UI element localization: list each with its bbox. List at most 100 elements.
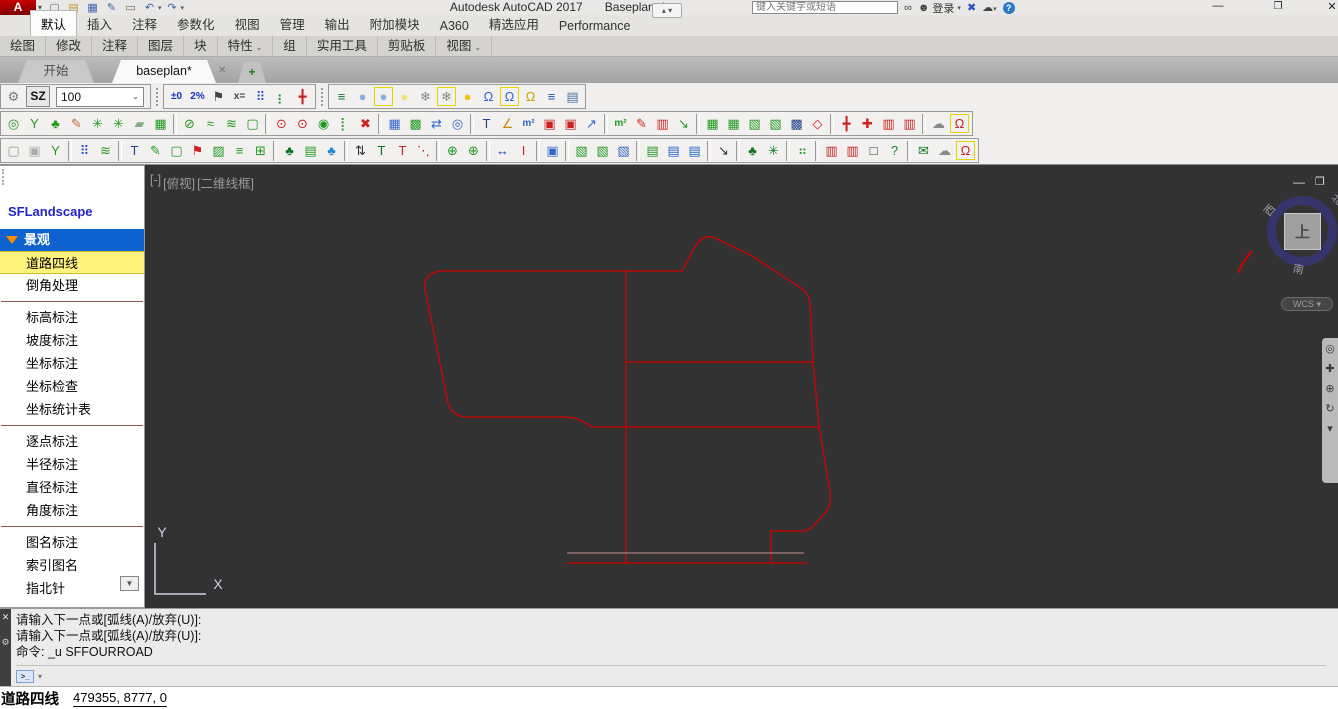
palette-item-图名标注[interactable]: 图名标注 bbox=[0, 531, 144, 554]
toolbar-icon[interactable]: Ω bbox=[949, 113, 970, 134]
toolbar-icon[interactable]: ▦ bbox=[150, 113, 171, 134]
palette-item-半径标注[interactable]: 半径标注 bbox=[0, 453, 144, 476]
navbar-zoom-icon[interactable]: ⊕ bbox=[1325, 384, 1334, 395]
toolbar-icon[interactable]: ≋ bbox=[95, 140, 116, 161]
toolbar-icon[interactable]: ∠ bbox=[497, 113, 518, 134]
toolbar-icon[interactable]: ♣ bbox=[321, 140, 342, 161]
ribbon-panel-图层[interactable]: 图层 bbox=[138, 35, 185, 57]
ribbon-panel-组[interactable]: 组 bbox=[273, 35, 307, 57]
palette-grip[interactable] bbox=[2, 169, 5, 185]
toolbar-icon[interactable]: ● bbox=[352, 86, 373, 107]
exchange-apps-icon[interactable]: ✖ bbox=[967, 1, 976, 14]
toolbar-icon[interactable]: ☁ bbox=[934, 140, 955, 161]
toolbar-icon[interactable]: ▥ bbox=[899, 113, 920, 134]
toolbar-icon[interactable]: ⊕ bbox=[463, 140, 484, 161]
toolbar-icon[interactable]: ≡ bbox=[229, 140, 250, 161]
minimize-button[interactable]: — bbox=[1208, 0, 1228, 12]
toolbar-icon[interactable]: ▦ bbox=[723, 113, 744, 134]
ribbon-tab-参数化[interactable]: 参数化 bbox=[167, 11, 225, 36]
search-icon[interactable]: ∞ bbox=[904, 2, 912, 14]
toolbar-icon[interactable]: x= bbox=[229, 86, 250, 107]
palette-item-角度标注[interactable]: 角度标注 bbox=[0, 499, 144, 522]
toolbar-icon[interactable]: ⠿ bbox=[74, 140, 95, 161]
toolbar-icon[interactable]: ⠶ bbox=[792, 140, 813, 161]
toolbar-icon[interactable]: T bbox=[124, 140, 145, 161]
palette-scroll-down-button[interactable]: ▼ bbox=[120, 576, 139, 591]
drawing-canvas[interactable]: [-][俯视][二维线框] — ❐ 上 北 西 南 东 WCS ▾ ◎✚⊕↻▾ … bbox=[0, 165, 1338, 608]
ribbon-panel-实用工具[interactable]: 实用工具 bbox=[307, 35, 378, 57]
a360-cloud-icon[interactable]: ☁▾ bbox=[982, 1, 997, 14]
toolbar-icon[interactable]: ▤ bbox=[663, 140, 684, 161]
viewcube[interactable]: 上 北 西 南 东 bbox=[1262, 192, 1338, 277]
toolbar-icon[interactable]: ▩ bbox=[786, 113, 807, 134]
toolbar-icon[interactable]: ▤ bbox=[562, 86, 583, 107]
toolbar-icon[interactable]: T bbox=[371, 140, 392, 161]
toolbar-icon[interactable]: ▧ bbox=[571, 140, 592, 161]
drawing-window-minimize-icon[interactable]: — bbox=[1293, 175, 1305, 189]
toolbar-icon[interactable]: ▥ bbox=[878, 113, 899, 134]
toolbar-icon[interactable]: ◎ bbox=[3, 113, 24, 134]
toolbar-icon[interactable]: ✎ bbox=[631, 113, 652, 134]
toolbar-icon[interactable]: ✳ bbox=[108, 113, 129, 134]
toolbar-icon[interactable]: m² bbox=[518, 113, 539, 134]
ribbon-tab-管理[interactable]: 管理 bbox=[270, 11, 315, 36]
navbar-more-icon[interactable]: ▾ bbox=[1327, 424, 1333, 435]
drawing-window-restore-icon[interactable]: ❐ bbox=[1315, 175, 1325, 188]
toolbar-icon[interactable]: ♣ bbox=[45, 113, 66, 134]
ribbon-tab-默认[interactable]: 默认 bbox=[30, 10, 78, 36]
toolbar-icon[interactable]: ✳ bbox=[763, 140, 784, 161]
ribbon-panel-剪贴板[interactable]: 剪贴板 bbox=[378, 35, 437, 57]
toolbar-icon[interactable]: ● bbox=[373, 86, 394, 107]
viewcube-top-face[interactable]: 上 bbox=[1284, 213, 1321, 250]
navbar-orbit-icon[interactable]: ↻ bbox=[1325, 404, 1334, 415]
command-window-close-icon[interactable]: ✕ bbox=[0, 612, 11, 623]
help-icon[interactable]: ? bbox=[1002, 1, 1015, 14]
toolbar-icon[interactable]: ⊙ bbox=[271, 113, 292, 134]
toolbar-icon[interactable]: ⡆ bbox=[271, 86, 292, 107]
ribbon-toggle-button[interactable]: ▴ ▾ bbox=[652, 3, 682, 18]
toolbar-icon[interactable]: ❄ bbox=[436, 86, 457, 107]
toolbar-icon[interactable]: ▰ bbox=[129, 113, 150, 134]
palette-item-标高标注[interactable]: 标高标注 bbox=[0, 306, 144, 329]
chevron-down-icon[interactable]: ▾ bbox=[38, 672, 42, 681]
toolbar-icon[interactable]: ▤ bbox=[642, 140, 663, 161]
file-tab-baseplan[interactable]: baseplan* bbox=[112, 60, 216, 83]
command-input-row[interactable]: >_ ▾ bbox=[16, 665, 1326, 684]
toolbar-icon[interactable]: ≡ bbox=[541, 86, 562, 107]
search-input[interactable]: 键入关键字或短语 bbox=[752, 1, 898, 14]
ribbon-tab-A360[interactable]: A360 bbox=[430, 16, 479, 36]
toolbar-grip[interactable] bbox=[156, 87, 160, 106]
palette-item-道路四线[interactable]: 道路四线 bbox=[0, 251, 144, 274]
toolbar-icon[interactable]: ⇅ bbox=[350, 140, 371, 161]
gear-icon[interactable]: ⚙ bbox=[3, 86, 24, 107]
toolbar-icon[interactable]: ▥ bbox=[842, 140, 863, 161]
command-window-tools-icon[interactable]: ⚙ bbox=[0, 637, 11, 648]
close-button[interactable]: ✕ bbox=[1325, 0, 1338, 13]
signin-button[interactable]: ☻ 登录 ▾ bbox=[918, 0, 961, 16]
ribbon-panel-视图[interactable]: 视图 ⌄ bbox=[436, 35, 493, 57]
toolbar-icon[interactable]: ↔ bbox=[492, 140, 513, 161]
ribbon-panel-绘图[interactable]: 绘图 bbox=[0, 35, 47, 57]
toolbar-icon[interactable]: ▤ bbox=[300, 140, 321, 161]
toolbar-icon[interactable]: ◎ bbox=[447, 113, 468, 134]
ribbon-tab-视图[interactable]: 视图 bbox=[225, 11, 270, 36]
toolbar-icon[interactable]: ▢ bbox=[166, 140, 187, 161]
sz-button[interactable]: SZ bbox=[26, 86, 50, 107]
toolbar-icon[interactable]: ✎ bbox=[66, 113, 87, 134]
toolbar-icon[interactable]: ◉ bbox=[313, 113, 334, 134]
toolbar-icon[interactable]: ▢ bbox=[242, 113, 263, 134]
toolbar-icon[interactable]: ▣ bbox=[24, 140, 45, 161]
toolbar-icon[interactable]: ▦ bbox=[384, 113, 405, 134]
ribbon-tab-注释[interactable]: 注释 bbox=[122, 11, 167, 36]
toolbar-icon[interactable]: ✎ bbox=[145, 140, 166, 161]
toolbar-icon[interactable]: ✖ bbox=[355, 113, 376, 134]
toolbar-icon[interactable]: Ω bbox=[955, 140, 976, 161]
ribbon-tab-插入[interactable]: 插入 bbox=[77, 11, 122, 36]
palette-item-坐标标注[interactable]: 坐标标注 bbox=[0, 352, 144, 375]
toolbar-icon[interactable]: ● bbox=[394, 86, 415, 107]
toolbar-icon[interactable]: ╋ bbox=[836, 113, 857, 134]
toolbar-icon[interactable]: ⡇ bbox=[334, 113, 355, 134]
toolbar-icon[interactable]: ◇ bbox=[807, 113, 828, 134]
toolbar-icon[interactable]: ❄ bbox=[415, 86, 436, 107]
toolbar-icon[interactable]: ▣ bbox=[542, 140, 563, 161]
